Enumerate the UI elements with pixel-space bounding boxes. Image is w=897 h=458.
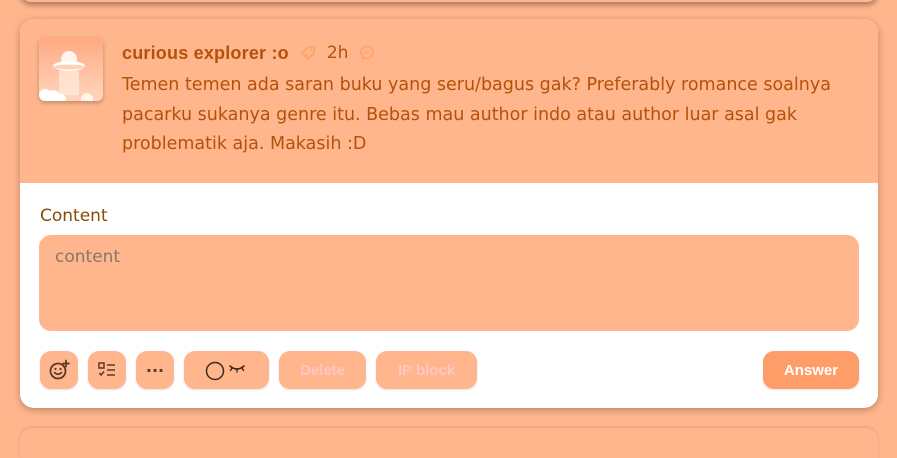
more-options-button[interactable]: ··· <box>136 351 174 389</box>
question-text: Temen temen ada saran buku yang seru/bag… <box>122 75 831 154</box>
previous-card <box>20 0 878 2</box>
comment-bubble-icon[interactable] <box>358 44 376 62</box>
content-input[interactable] <box>39 235 859 331</box>
question-section: curious explorer :o 2h Temen temen ada s… <box>20 19 878 183</box>
emoji-add-icon <box>49 359 70 380</box>
post-time: 2h <box>326 43 349 63</box>
avatar[interactable] <box>39 37 103 101</box>
emoji-button[interactable] <box>40 351 78 389</box>
username: curious explorer :o <box>122 42 289 63</box>
question-header: curious explorer :o 2h <box>122 41 376 65</box>
eye-closed-toggle-icon <box>205 361 245 381</box>
checklist-button[interactable] <box>88 351 126 389</box>
checklist-icon <box>98 362 115 377</box>
ufo-icon <box>39 37 103 101</box>
anonymous-toggle[interactable] <box>184 351 269 389</box>
question-card: curious explorer :o 2h Temen temen ada s… <box>20 19 878 408</box>
delete-button[interactable]: Delete <box>279 351 366 389</box>
answer-button[interactable]: Answer <box>763 351 859 389</box>
ip-block-button[interactable]: IP block <box>376 351 477 389</box>
tag-icon <box>299 44 317 62</box>
answer-toolbar: ··· Delete IP block Answer <box>20 351 878 389</box>
content-label: Content <box>40 206 108 226</box>
next-card <box>20 428 878 458</box>
